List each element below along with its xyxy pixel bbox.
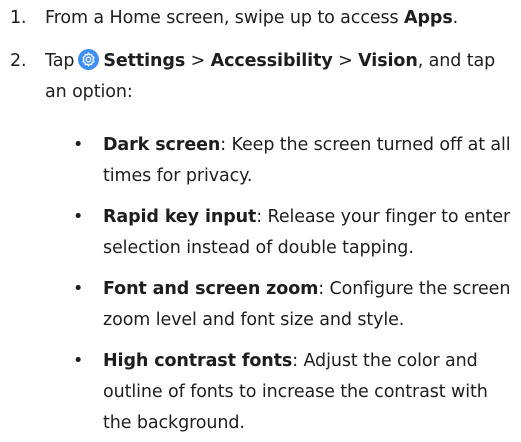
step-number: 2. [10,51,27,71]
accessibility-label: Accessibility [210,51,333,71]
option-text: Font and screen zoom: Configure the scre… [103,274,515,336]
step-text: From a Home screen, swipe up to access A… [45,3,515,34]
step-text: Tap Settings > Accessibility > Vision, a… [45,46,515,108]
step-text-post: . [452,8,459,28]
option-title: High contrast fonts [103,351,293,371]
step-text-pre: From a Home screen, swipe up to access [45,8,405,28]
option-text: Rapid key input: Release your finger to … [103,202,515,264]
bullet: • [73,135,84,155]
option-text: Dark screen: Keep the screen turned off … [103,130,515,192]
breadcrumb-separator: > [190,51,206,71]
bullet: • [73,279,84,299]
vision-label: Vision [358,51,418,71]
step-number: 1. [10,8,27,28]
option-text: High contrast fonts: Adjust the color an… [103,346,515,439]
bullet: • [73,351,84,371]
option-title: Dark screen [103,135,221,155]
settings-label: Settings [103,51,186,71]
breadcrumb-separator: > [338,51,353,71]
tap-label: Tap [45,51,75,71]
settings-gear-icon [78,49,100,70]
option-title: Rapid key input [103,207,257,227]
bullet: • [73,207,84,227]
apps-label: Apps [404,8,453,28]
option-title: Font and screen zoom [103,279,319,299]
